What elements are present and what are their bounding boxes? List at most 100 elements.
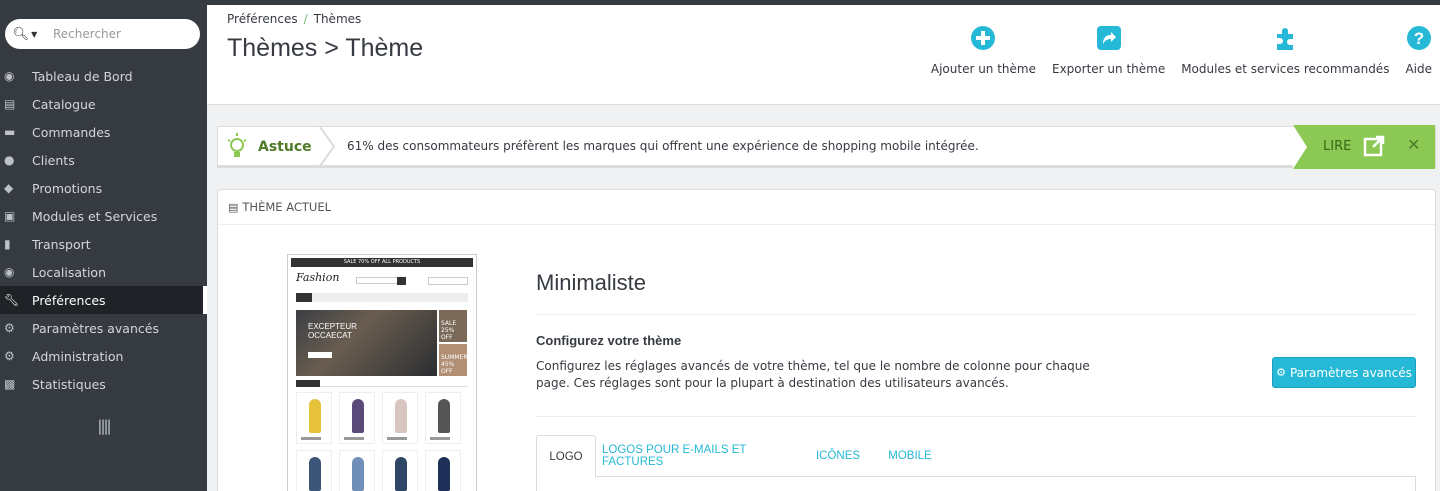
preview-banner: EXCEPTEUR OCCAECAT — [296, 310, 437, 376]
search-box[interactable]: 🔍︎ ▼ Rechercher — [5, 19, 200, 49]
preview-product — [382, 450, 418, 491]
breadcrumb-parent[interactable]: Préférences — [227, 12, 298, 26]
sidebar-item-modules[interactable]: ▣ Modules et Services — [0, 202, 207, 230]
tip-bar: Astuce 61% des consommateurs préfèrent l… — [217, 125, 1436, 169]
preview-product — [339, 450, 375, 491]
preview-product — [425, 450, 461, 491]
toolbar: Ajouter un thème Exporter un thème Modul… — [923, 25, 1440, 76]
sidebar-item-preferences[interactable]: 🔧︎ Préférences — [0, 286, 207, 314]
help-button[interactable]: ? Aide — [1397, 25, 1440, 76]
page-title: Thèmes > Thème — [227, 34, 424, 62]
preview-side-banner: SUMMER 45% OFF — [439, 344, 468, 376]
book-icon: ▤ — [4, 97, 16, 111]
search-input[interactable]: Rechercher — [45, 27, 121, 41]
theme-name: Minimaliste — [536, 270, 647, 295]
sidebar-item-advanced[interactable]: ⚙ Paramètres avancés — [0, 314, 207, 342]
lightbulb-icon — [227, 132, 247, 157]
add-theme-button[interactable]: Ajouter un thème — [923, 25, 1044, 76]
tip-title: Astuce — [258, 138, 312, 155]
sidebar-item-label: Paramètres avancés — [32, 320, 159, 336]
sidebar-item-promotions[interactable]: ◆ Promotions — [0, 174, 207, 202]
preview-side-text: SUMMER 45% OFF — [441, 354, 468, 375]
breadcrumb-current: Thèmes — [313, 12, 362, 26]
bar-chart-icon: ▩ — [4, 377, 16, 391]
tip-read-notch — [1293, 125, 1307, 169]
preview-cart — [428, 277, 468, 285]
question-circle-icon: ? — [1406, 26, 1431, 50]
tip-read-panel: LIRE ✕ — [1293, 125, 1435, 169]
sidebar-item-label: Statistiques — [32, 376, 106, 392]
preview-product — [382, 392, 418, 444]
breadcrumb-separator: / — [303, 12, 308, 26]
sidebar-item-administration[interactable]: ⚙ Administration — [0, 342, 207, 370]
sidebar-item-label: Transport — [32, 236, 91, 252]
divider — [536, 416, 1416, 417]
preview-side-banner: SALE 25% OFF — [439, 310, 467, 342]
close-icon[interactable]: ✕ — [1407, 135, 1420, 154]
cogs-icon: ⚙ — [4, 321, 15, 335]
tab-content — [536, 477, 1416, 491]
search-icon[interactable]: 🔍︎ ▼ — [5, 19, 45, 49]
preview-banner-title: EXCEPTEUR — [308, 322, 357, 331]
sidebar-item-localisation[interactable]: ◉ Localisation — [0, 258, 207, 286]
sidebar-item-label: Tableau de Bord — [32, 68, 133, 84]
sidebar-item-dashboard[interactable]: ◉ Tableau de Bord — [0, 62, 207, 90]
advanced-settings-button[interactable]: ⚙ Paramètres avancés — [1272, 357, 1416, 388]
svg-text:?: ? — [1414, 29, 1424, 48]
credit-card-icon: ▬ — [4, 125, 16, 139]
sidebar-item-label: Administration — [32, 348, 124, 364]
tab-icons[interactable]: ICÔNES — [806, 435, 870, 477]
add-theme-label: Ajouter un thème — [930, 62, 1036, 76]
help-label: Aide — [1405, 62, 1432, 76]
preview-menu — [296, 293, 468, 302]
wrench-icon: 🔧︎ — [4, 293, 20, 307]
tab-mobile[interactable]: MOBILE — [882, 435, 938, 477]
recommended-modules-label: Modules et services recommandés — [1181, 62, 1390, 76]
preview-side-text: SALE 25% OFF — [441, 320, 457, 341]
preview-banner-subtitle: OCCAECAT — [308, 331, 352, 340]
page-header: Préférences / Thèmes Thèmes > Thème Ajoute… — [207, 5, 1440, 105]
sidebar-item-label: Clients — [32, 152, 75, 168]
tab-logo[interactable]: LOGO — [536, 435, 596, 478]
preview-product — [425, 392, 461, 444]
configure-description: Configurez les réglages avancés de votre… — [536, 359, 1090, 390]
sidebar-item-customers[interactable]: ● Clients — [0, 146, 207, 174]
html5-icon: ▤ — [228, 200, 239, 214]
read-more-link[interactable]: LIRE — [1323, 139, 1351, 154]
plus-circle-icon — [971, 26, 996, 50]
preview-product — [296, 392, 332, 444]
dashboard-icon: ◉ — [4, 69, 15, 83]
export-theme-label: Exporter un thème — [1052, 62, 1166, 76]
sidebar-item-orders[interactable]: ▬ Commandes — [0, 118, 207, 146]
puzzle-icon: ▣ — [4, 209, 16, 223]
puzzle-icon — [1277, 28, 1294, 50]
users-icon: ● — [4, 153, 15, 167]
external-link-icon[interactable] — [1363, 135, 1385, 157]
tags-icon: ◆ — [4, 181, 14, 195]
sidebar-item-label: Catalogue — [32, 96, 96, 112]
sidebar-item-stats[interactable]: ▩ Statistiques — [0, 370, 207, 398]
preview-banner-button — [308, 352, 332, 358]
sidebar-item-transport[interactable]: ▮ Transport — [0, 230, 207, 258]
panel-heading: ▤ THÈME ACTUEL — [218, 190, 1435, 225]
globe-icon: ◉ — [4, 265, 15, 279]
current-theme-panel: ▤ THÈME ACTUEL SALE 70% OFF ALL PRODUCTS… — [217, 189, 1436, 491]
sidebar-item-label: Localisation — [32, 264, 106, 280]
share-icon — [1096, 26, 1121, 50]
sidebar-item-label: Commandes — [32, 124, 111, 140]
preview-logo: Fashion — [296, 271, 340, 284]
tip-label: Astuce — [218, 127, 318, 166]
recommended-modules-button[interactable]: Modules et services recommandés — [1173, 25, 1397, 76]
chevron-right-icon — [319, 127, 336, 166]
sidebar-collapse-icon[interactable]: |||| — [0, 417, 207, 435]
gear-icon: ⚙ — [4, 349, 15, 363]
preview-product — [339, 392, 375, 444]
sidebar-nav: ◉ Tableau de Bord ▤ Catalogue ▬ Commandes ●… — [0, 62, 207, 398]
truck-icon: ▮ — [4, 237, 11, 251]
breadcrumb: Préférences / Thèmes — [227, 12, 361, 26]
export-theme-button[interactable]: Exporter un thème — [1044, 25, 1173, 76]
sidebar: 🔍︎ ▼ Rechercher ◉ Tableau de Bord ▤ Catalog… — [0, 5, 207, 491]
sidebar-item-catalogue[interactable]: ▤ Catalogue — [0, 90, 207, 118]
tab-email-logos[interactable]: LOGOS POUR E-MAILS ET FACTURES — [602, 435, 788, 477]
sidebar-item-label: Modules et Services — [32, 208, 158, 224]
